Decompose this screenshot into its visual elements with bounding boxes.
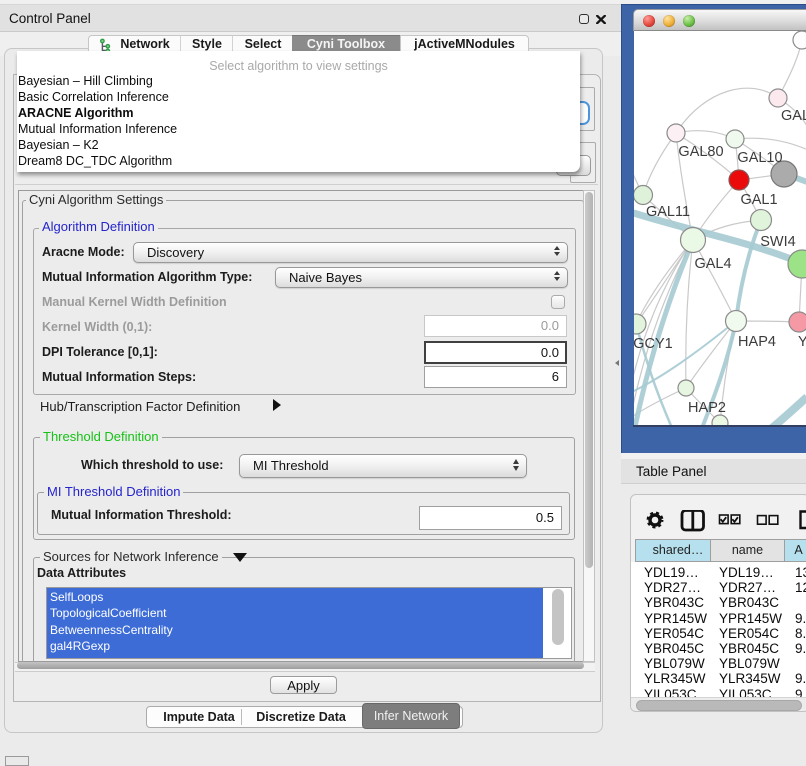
svg-text:GAL10: GAL10 <box>737 150 782 166</box>
svg-text:YJL2: YJL2 <box>798 334 806 350</box>
svg-text:GCY1: GCY1 <box>634 336 673 352</box>
svg-text:GAL80: GAL80 <box>678 144 723 160</box>
svg-text:HAP4: HAP4 <box>738 334 776 350</box>
svg-text:HAP2: HAP2 <box>688 400 726 416</box>
svg-text:GAL2: GAL2 <box>781 108 806 124</box>
svg-text:GAL4: GAL4 <box>694 256 731 272</box>
svg-text:GAL1: GAL1 <box>740 192 777 208</box>
svg-text:SWI4: SWI4 <box>760 234 795 250</box>
svg-text:GAL11: GAL11 <box>646 204 690 220</box>
